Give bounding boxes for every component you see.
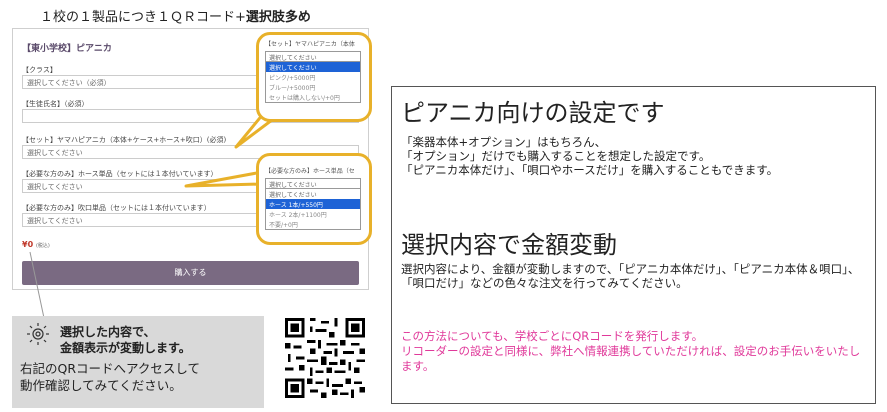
set-option[interactable]: セットは購入しない/+0円 (266, 92, 360, 102)
set-dropdown-title: 【セット】ヤマハピアニカ（本体 (265, 41, 355, 48)
product-title: 【東小学校】ピアニカ (22, 44, 112, 54)
panel-title-price: 選択内容で金額変動 (401, 231, 617, 259)
set-dropdown-callout: 【セット】ヤマハピアニカ（本体 選択してください 選択してください ピンク/+5… (256, 32, 372, 122)
hose-option[interactable]: 選択してください (266, 189, 360, 199)
hose-dropdown-selected[interactable]: 選択してください (265, 178, 361, 189)
note-instruction: 右記のQRコードへアクセスして 動作確認してみてください。 (20, 361, 201, 393)
panel-body-price: 選択内容により、金額が変動しますので、「ピアニカ本体だけ」、「ピアニカ本体＆唄口… (401, 262, 860, 290)
hose-option[interactable]: 不要/+0円 (266, 219, 360, 229)
panel-body-settings: 「楽器本体+オプション」はもちろん、 「オプション」だけでも購入することを想定し… (401, 135, 779, 177)
buy-button[interactable]: 購入する (22, 261, 359, 285)
hose-label: 【必要な方のみ】ホース単品（セットには１本付いています） (22, 170, 218, 178)
note-headline: 選択した内容で、 金額表示が変動します。 (60, 325, 191, 355)
mouthpiece-label: 【必要な方のみ】吹口単品（セットには１本付いています） (22, 204, 211, 212)
name-label: 【生徒氏名】（必須） (22, 100, 89, 108)
panel-body-qr: この方法についても、学校ごとにQRコードを発行します。 リコーダーの設定と同様に… (401, 329, 861, 373)
qr-code-icon[interactable] (285, 318, 365, 398)
hose-option[interactable]: ホース 1本/+550円 (266, 199, 360, 209)
hose-dropdown-options: 選択してください ホース 1本/+550円 ホース 2本/+1100円 不要/+… (265, 189, 361, 230)
panel-title-settings: ピアニカ向けの設定です (401, 99, 665, 127)
page-heading: １校の１製品につき１ＱＲコード+選択肢多め (40, 10, 311, 25)
hose-dropdown-callout: 【必要な方のみ】ホース単品（セ 選択してください 選択してください ホース 1本… (256, 153, 372, 245)
hose-dropdown-title: 【必要な方のみ】ホース単品（セ (265, 168, 355, 175)
explanation-panel: ピアニカ向けの設定です 「楽器本体+オプション」はもちろん、 「オプション」だけ… (391, 86, 876, 404)
price-display: ¥0 (税込) (22, 240, 50, 249)
set-option[interactable]: ピンク/+5000円 (266, 72, 360, 82)
set-option[interactable]: 選択してください (266, 62, 360, 72)
class-label: 【クラス】 (22, 66, 57, 74)
price-change-note: 選択した内容で、 金額表示が変動します。 右記のQRコードへアクセスして 動作確… (12, 316, 264, 408)
set-dropdown-options: 選択してください ピンク/+5000円 ブルー/+5000円 セットは購入しない… (265, 62, 361, 103)
lightbulb-icon (27, 323, 49, 345)
set-label: 【セット】ヤマハピアニカ（本体+ケース+ホース+吹口）(必須) (22, 136, 227, 144)
hose-option[interactable]: ホース 2本/+1100円 (266, 209, 360, 219)
set-dropdown-selected[interactable]: 選択してください (265, 51, 361, 62)
set-option[interactable]: ブルー/+5000円 (266, 82, 360, 92)
